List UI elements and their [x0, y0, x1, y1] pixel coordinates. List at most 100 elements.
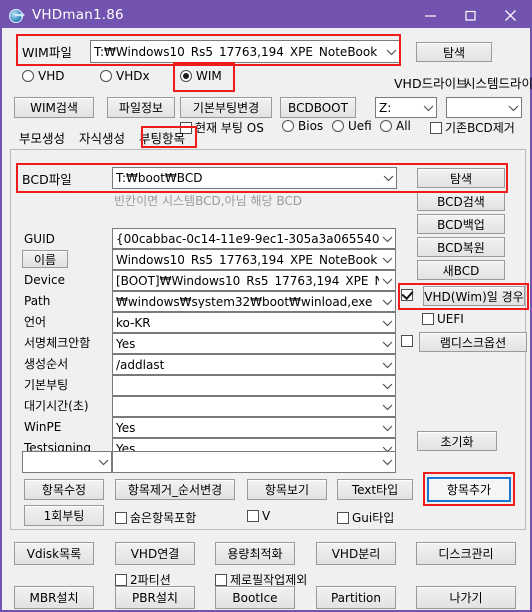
default-boot-combo[interactable] — [112, 375, 396, 396]
extra-value-combo[interactable] — [112, 451, 396, 473]
gui-type-label: Gui타입 — [352, 511, 395, 525]
vhd-drive-combo[interactable]: Z: — [375, 97, 437, 118]
ramdisk-checkbox[interactable] — [401, 335, 416, 347]
v-label: V — [262, 509, 271, 523]
edit-entry-button[interactable]: 항목수정 — [24, 479, 104, 500]
view-entry-button[interactable]: 항목보기 — [247, 479, 327, 500]
bcd-restore-button[interactable]: BCD복원 — [417, 237, 505, 257]
app-window: VHDman1.86 WIM파일 T:₩Windows10_Rs5_17763,… — [0, 0, 532, 612]
skip-sign-check-combo[interactable]: Yes — [112, 333, 396, 354]
partition-button[interactable]: Partition — [316, 586, 396, 609]
system-drive-label: 시스템드라이브 — [464, 76, 532, 91]
chevron-down-icon[interactable] — [379, 256, 395, 264]
new-bcd-button[interactable]: 새BCD — [417, 260, 505, 280]
radio-all[interactable]: All — [380, 119, 411, 133]
vhd-wim-case-button[interactable]: VHD(Wim)일 경우 — [423, 286, 525, 306]
system-drive-combo[interactable] — [446, 97, 522, 118]
radio-bios-label: Bios — [298, 119, 324, 133]
chevron-down-icon[interactable] — [95, 458, 111, 466]
wim-browse-button[interactable]: 탐색 — [416, 42, 492, 62]
maximize-icon[interactable] — [450, 2, 490, 28]
tab-boot-entry[interactable]: 부팅항목 — [132, 129, 192, 149]
bcd-browse-button[interactable]: 탐색 — [417, 168, 505, 188]
include-hidden-entries-label: 숨은항목포함 — [130, 511, 197, 525]
vhd-detach-button[interactable]: VHD분리 — [316, 542, 396, 565]
chevron-down-icon[interactable] — [383, 48, 399, 56]
guid-combo[interactable]: {00cabbac-0c14-11e9-9ec1-305a3a065540} — [112, 228, 396, 249]
current-boot-os-checkbox[interactable]: 현재 부팅 OS — [180, 119, 264, 136]
wait-seconds-combo[interactable] — [112, 396, 396, 417]
chevron-down-icon[interactable] — [420, 104, 436, 112]
chevron-down-icon[interactable] — [379, 340, 395, 348]
chevron-down-icon[interactable] — [379, 319, 395, 327]
language-value: ko-KR — [116, 316, 151, 329]
chevron-down-icon[interactable] — [505, 104, 521, 112]
remove-reorder-entry-button[interactable]: 항목제거_순서변경 — [115, 479, 235, 500]
once-boot-button[interactable]: 1회부팅 — [24, 505, 104, 526]
path-combo[interactable]: ₩windows₩system32₩boot₩winload,exe — [112, 291, 396, 312]
exit-button[interactable]: 나가기 — [416, 586, 516, 609]
name-combo[interactable]: Windows10_Rs5_17763,194_XPE_NoteBook_Us — [112, 249, 396, 270]
chevron-down-icon[interactable] — [379, 235, 395, 243]
v-checkbox[interactable]: V — [247, 509, 270, 523]
vhd-attach-button[interactable]: VHD연결 — [115, 542, 195, 565]
radio-vhdx[interactable]: VHDx — [100, 69, 150, 83]
extra-key-combo[interactable] — [22, 451, 112, 473]
uefi-label: UEFI — [437, 312, 464, 326]
tab-parent-create[interactable]: 부모생성 — [12, 129, 72, 149]
chevron-down-icon[interactable] — [379, 458, 395, 466]
add-entry-button[interactable]: 항목추가 — [427, 477, 511, 502]
include-hidden-entries-checkbox[interactable]: 숨은항목포함 — [115, 509, 196, 526]
vdisk-list-button[interactable]: Vdisk목록 — [14, 542, 94, 565]
radio-vhd-label: VHD — [38, 69, 65, 83]
wim-file-combo[interactable]: T:₩Windows10_Rs5_17763,194_XPE_NoteBook_… — [90, 40, 400, 63]
bcd-backup-button[interactable]: BCD백업 — [417, 214, 505, 234]
title-bar: VHDman1.86 — [2, 2, 530, 28]
chevron-down-icon[interactable] — [379, 403, 395, 411]
current-boot-os-label: 현재 부팅 OS — [195, 121, 264, 135]
chevron-down-icon[interactable] — [379, 277, 395, 285]
chevron-down-icon[interactable] — [379, 361, 395, 369]
vhd-wim-case-checkbox[interactable] — [401, 289, 416, 301]
bcdboot-button[interactable]: BCDBOOT — [280, 97, 356, 118]
radio-vhd[interactable]: VHD — [22, 69, 64, 83]
pbr-install-button[interactable]: PBR설치 — [115, 586, 195, 609]
uefi-checkbox[interactable]: UEFI — [422, 312, 464, 326]
winpe-combo[interactable]: Yes — [112, 417, 396, 438]
compact-button[interactable]: 용량최적화 — [215, 542, 295, 565]
radio-wim[interactable]: WIM — [180, 69, 222, 83]
mbr-install-button[interactable]: MBR설치 — [14, 586, 94, 609]
remove-existing-bcd-checkbox[interactable]: 기존BCD제거 — [430, 119, 515, 136]
bcd-search-button[interactable]: BCD검색 — [417, 191, 505, 211]
chevron-down-icon[interactable] — [379, 382, 395, 390]
chevron-down-icon[interactable] — [379, 424, 395, 432]
ramdisk-options-button[interactable]: 램디스크옵션 — [419, 332, 527, 352]
field-label-device: Device — [24, 273, 66, 287]
radio-bios[interactable]: Bios — [282, 119, 323, 133]
gui-type-checkbox[interactable]: Gui타입 — [337, 509, 394, 526]
reset-button[interactable]: 초기화 — [417, 431, 497, 451]
chevron-down-icon[interactable] — [380, 174, 396, 182]
field-label-wait-seconds: 대기시간(초) — [24, 399, 89, 413]
path-value: ₩windows₩system32₩boot₩winload,exe — [116, 295, 373, 308]
tab-child-create[interactable]: 자식생성 — [72, 129, 132, 149]
minimize-icon[interactable] — [410, 2, 450, 28]
device-combo[interactable]: [BOOT]₩Windows10_Rs5_17763,194_XPE_No — [112, 270, 396, 291]
name-button[interactable]: 이름 — [22, 250, 68, 268]
disk-management-button[interactable]: 디스크관리 — [416, 542, 516, 565]
field-label-winpe: WinPE — [24, 420, 62, 434]
file-info-button[interactable]: 파일정보 — [107, 97, 175, 118]
radio-uefi[interactable]: Uefi — [332, 119, 372, 133]
text-type-button[interactable]: Text타입 — [337, 479, 413, 500]
wim-search-button[interactable]: WIM검색 — [14, 97, 94, 118]
bcd-file-value: T:₩boot₩BCD — [116, 172, 203, 184]
chevron-down-icon[interactable] — [379, 298, 395, 306]
close-icon[interactable] — [490, 2, 530, 28]
bcd-file-combo[interactable]: T:₩boot₩BCD — [112, 167, 397, 189]
field-label-guid: GUID — [24, 232, 55, 246]
language-combo[interactable]: ko-KR — [112, 312, 396, 333]
create-order-combo[interactable]: /addlast — [112, 354, 396, 375]
default-boot-change-button[interactable]: 기본부팅변경 — [180, 97, 272, 118]
field-label-create-order: 생성순서 — [24, 357, 69, 371]
bootice-button[interactable]: BootIce — [215, 586, 295, 609]
